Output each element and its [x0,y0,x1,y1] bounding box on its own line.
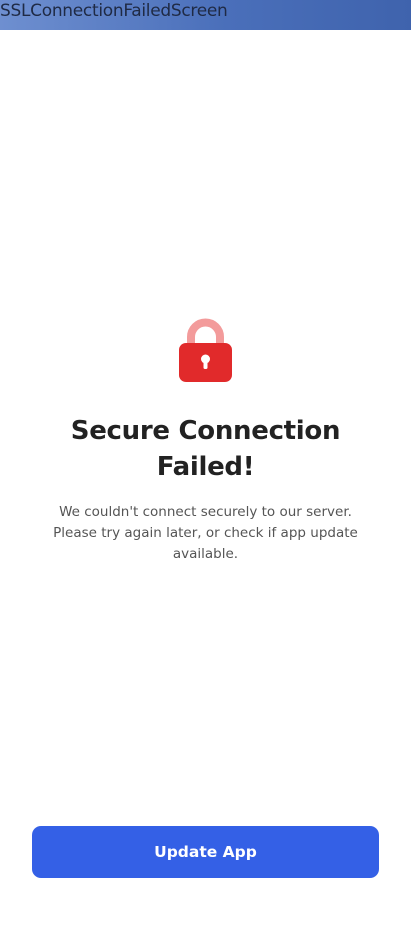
error-title-line-2: Failed! [156,452,255,482]
update-app-button[interactable]: Update App [32,826,379,878]
app-bar: SSLConnectionFailedScreen [0,0,411,30]
error-title: Secure Connection Failed! [0,413,411,485]
error-message: We couldn't connect securely to our serv… [53,504,358,562]
lock-icon [179,318,232,382]
app-bar-title: SSLConnectionFailedScreen [0,1,228,21]
error-title-line-1: Secure Connection [70,416,341,446]
ssl-failed-screen: SSLConnectionFailedScreen Secure Connect… [0,0,411,926]
